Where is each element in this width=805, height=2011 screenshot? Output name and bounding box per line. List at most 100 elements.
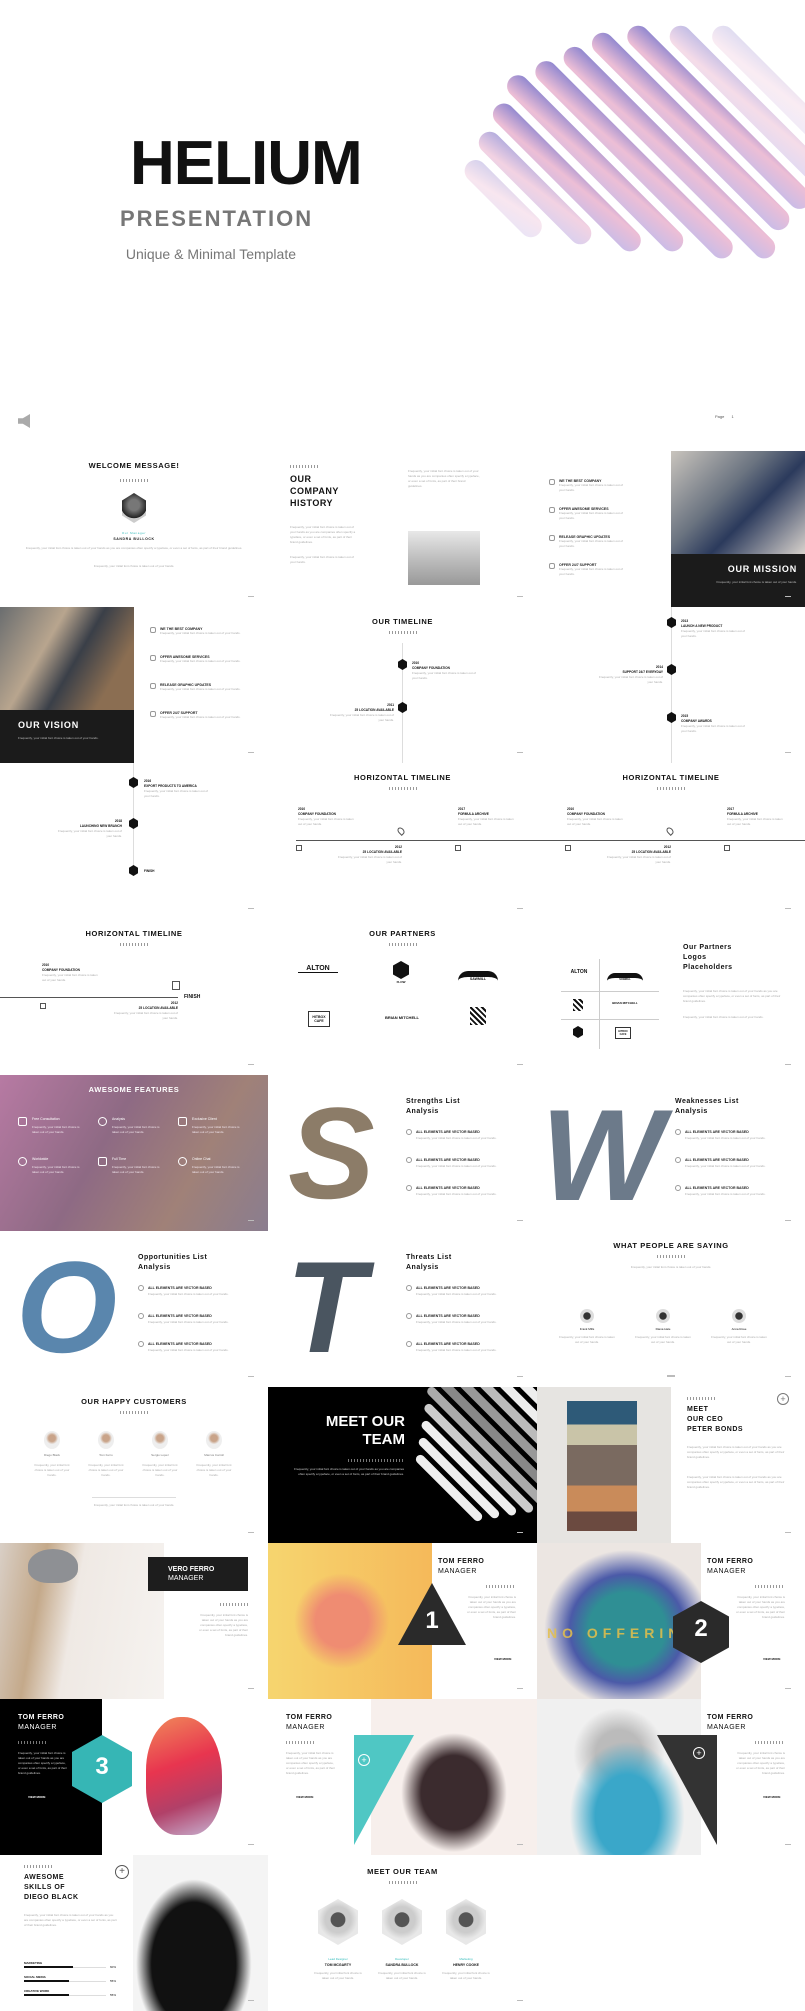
person-name: TOM FERRO: [286, 1714, 333, 1721]
check-icon: [406, 1341, 412, 1347]
body-text: Frequently, your initial font choice is …: [736, 1595, 785, 1619]
page-marker: [517, 1844, 523, 1845]
view-more-link[interactable]: VIEW MORE: [763, 1657, 781, 1661]
quote-text: Frequently, your initial font choice is …: [88, 1463, 124, 1477]
event-text: Frequently, your initial font choice is …: [412, 671, 476, 680]
person-name: Frank Mills: [579, 1327, 595, 1331]
dots-divider: [220, 1603, 248, 1606]
title-line: Our Partners: [683, 944, 732, 951]
page-marker: [248, 752, 254, 753]
title-line: Opportunities List: [138, 1254, 208, 1261]
event-text: Frequently, your initial font choice is …: [599, 675, 663, 684]
item-text: Frequently, your initial font choice is …: [416, 1320, 497, 1324]
support-icon: [549, 563, 555, 569]
timeline-event: 2011 25 LOCATION AVAILABLE Frequently, you…: [324, 703, 394, 723]
slide-meet-team-cover: MEET OUR TEAM Frequently, your initial fo…: [268, 1387, 537, 1543]
body-text: Frequently, your initial font choice is …: [736, 1751, 785, 1775]
title-line: Threats List: [406, 1254, 452, 1261]
dots-divider: [348, 1459, 404, 1462]
view-more-link[interactable]: VIEW MORE: [763, 1795, 781, 1799]
page-marker: [248, 1220, 254, 1221]
profile-photo: [146, 1717, 222, 1835]
dots-divider: [486, 1585, 514, 1588]
timeline-event: 2018 LAUNCHING NEW BRANCH Frequently, your…: [52, 819, 122, 839]
feature-text: Frequently, your initial font choice is …: [32, 1165, 80, 1174]
carousel-dots[interactable]: [667, 1375, 675, 1377]
event-text: Frequently, your initial font choice is …: [298, 817, 354, 826]
timeline-event: 2012 25 LOCATION AVAILABLE Frequently, you…: [338, 845, 402, 865]
plus-icon[interactable]: +: [693, 1747, 705, 1759]
body-text: Frequently, your initial font choice is …: [290, 525, 356, 544]
item-text: Frequently, your initial font choice is …: [160, 659, 241, 663]
item-title: ALL ELEMENTS ARE VECTOR BASED: [685, 1186, 749, 1190]
feature-icon: [178, 1157, 187, 1166]
feature-text: Frequently, your initial font choice is …: [192, 1125, 240, 1134]
person-name: Marcus Carroll: [204, 1453, 224, 1457]
view-more-link[interactable]: VIEW MORE: [28, 1795, 46, 1799]
page-marker: [248, 596, 254, 597]
item-title: ALL ELEMENTS ARE VECTOR BASED: [148, 1286, 212, 1290]
page-marker: [517, 1220, 523, 1221]
avatar: [152, 1431, 168, 1449]
view-more-link[interactable]: VIEW MORE: [296, 1795, 314, 1799]
timeline-axis: [671, 607, 672, 763]
view-more-link[interactable]: VIEW MORE: [494, 1657, 512, 1661]
page-marker: [517, 1532, 523, 1533]
slide-title: Weaknesses List Analysis: [675, 1097, 739, 1117]
grid-divider: [561, 1019, 659, 1020]
title-line: COMPANY: [290, 486, 339, 496]
plus-icon[interactable]: +: [358, 1754, 370, 1766]
body-text: Frequently, your initial font choice is …: [687, 1445, 785, 1459]
slide-profile-tom-4: TOM FERRO MANAGER Frequently, your initia…: [268, 1699, 537, 1855]
body-text: Frequently, your initial font choice is …: [687, 1475, 785, 1489]
graphic-icon: [150, 683, 156, 689]
person-role: MANAGER: [438, 1568, 477, 1575]
slide-title: OUR PARTNERS: [369, 929, 436, 938]
avatar: [732, 1309, 746, 1323]
body-text: Frequently, your initial font choice is …: [24, 1913, 117, 1927]
timeline-event: 2017 FORMULA ARCHIVE Frequently, your init…: [458, 807, 518, 827]
slide-title: OUR TIMELINE: [372, 617, 433, 626]
person-name: TOM FERRO: [707, 1558, 754, 1565]
dots-divider: [388, 1881, 417, 1884]
dots-divider: [120, 943, 148, 946]
feature-icon: [18, 1117, 27, 1126]
body-text: Frequently, your initial font choice is …: [93, 1503, 175, 1507]
event-text: Frequently, your initial font choice is …: [114, 1011, 178, 1020]
dots-divider: [290, 465, 318, 468]
feature-title: Worldwide: [32, 1157, 49, 1161]
page-marker: [517, 596, 523, 597]
title-line: OUR: [290, 474, 312, 484]
page-marker: [785, 1532, 791, 1533]
plus-icon[interactable]: +: [777, 1393, 789, 1405]
body-text: Frequently, your initial font choice is …: [683, 1015, 764, 1019]
title-line: DIEGO BLACK: [24, 1894, 79, 1901]
feature-icon: [98, 1157, 107, 1166]
feature-title: Free Consultation: [32, 1117, 60, 1121]
title-line: HISTORY: [290, 498, 334, 508]
divider: [92, 1497, 176, 1498]
event-text: Frequently, your initial font choice is …: [42, 973, 98, 982]
swot-letter-w: W: [541, 1082, 664, 1228]
page-marker: [248, 2000, 254, 2001]
title-line: Analysis: [675, 1108, 708, 1115]
number-label: 1: [425, 1607, 439, 1634]
timeline-axis: [0, 997, 178, 998]
page-marker: [785, 1376, 791, 1377]
item-text: Frequently, your initial font choice is …: [416, 1348, 497, 1352]
plus-icon[interactable]: +: [115, 1865, 129, 1879]
body-text: Frequently, your initial font choice is …: [630, 1265, 712, 1269]
timeline-event: 2016 EXPORT PRODUCTS TO AMERICA Frequently…: [144, 779, 210, 799]
quote-text: Frequently, your initial font choice is …: [34, 1463, 70, 1477]
slide-title: MEET OUR CEO PETER BONDS: [687, 1405, 743, 1435]
avatar: [318, 1899, 358, 1945]
timeline-event: 2017 FORMULA ARCHIVE Frequently, your init…: [727, 807, 787, 827]
slide-horizontal-timeline-finish: HORIZONTAL TIMELINE 2010 COMPANY FOUNDATI…: [0, 919, 268, 1075]
timeline-event: FINISH: [144, 869, 154, 874]
person-role: MANAGER: [18, 1724, 57, 1731]
home-icon: [296, 845, 302, 851]
slide-timeline-continued: 2013 LAUNCH A NEW PRODUCT Frequently, your…: [537, 607, 805, 763]
quote-text: Frequently, your initial font choice is …: [711, 1335, 767, 1344]
home-icon: [565, 845, 571, 851]
slide-timeline-end: 2016 EXPORT PRODUCTS TO AMERICA Frequently…: [0, 763, 268, 919]
